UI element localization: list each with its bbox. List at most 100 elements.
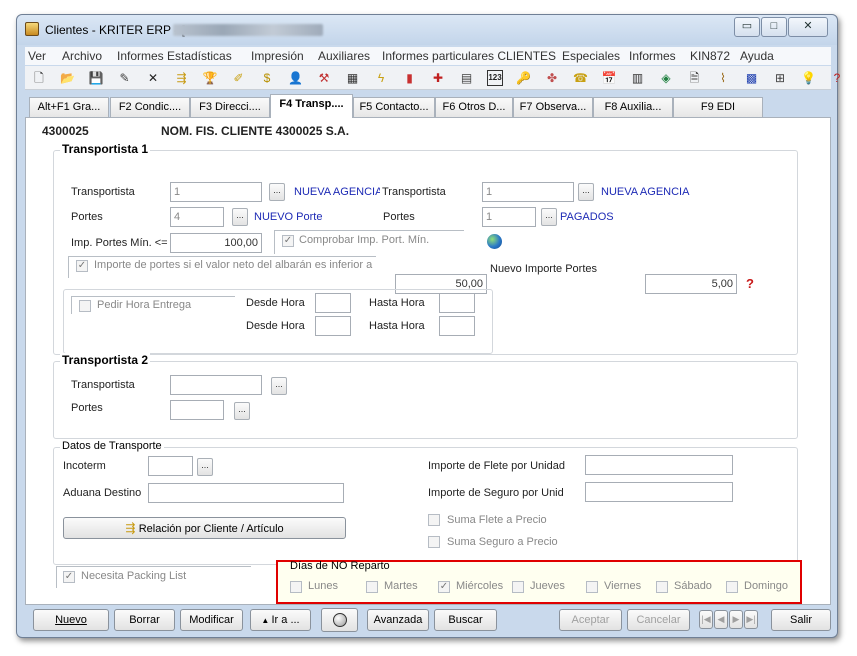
aceptar-button[interactable]: Aceptar [559, 609, 622, 631]
prev-record-button[interactable]: ◀ [714, 610, 728, 629]
tab-8[interactable]: F8 Auxilia... [593, 97, 673, 117]
menu-item-10[interactable]: KIN872 [690, 49, 730, 63]
salir-button[interactable]: Salir [771, 609, 831, 631]
tab-3[interactable]: F3 Direcci.... [190, 97, 270, 117]
transportista-field[interactable]: 1 [170, 182, 262, 202]
chart-icon[interactable]: ▮ [402, 70, 418, 86]
menu-item-2[interactable]: Archivo [62, 49, 102, 63]
key-icon[interactable]: 🔑 [516, 70, 532, 86]
first-record-button[interactable]: |◀ [699, 610, 713, 629]
phone-icon[interactable]: ☎ [573, 70, 589, 86]
menu-item-1[interactable]: Ver [28, 49, 46, 63]
last-record-button[interactable]: ▶| [744, 610, 758, 629]
packing-list-checkbox[interactable]: ✓ [63, 571, 75, 583]
hasta-hora-field-2[interactable] [439, 316, 475, 336]
portes-field[interactable]: 4 [170, 207, 224, 227]
relation-icon[interactable]: ⇶ [174, 70, 190, 86]
menu-item-7[interactable]: Informes particulares CLIENTES [382, 49, 556, 63]
columns-icon[interactable]: ▩ [744, 70, 760, 86]
desde-hora-field-1[interactable] [315, 293, 351, 313]
pedir-hora-checkbox[interactable] [79, 300, 91, 312]
avanzada-button[interactable]: Avanzada [367, 609, 429, 631]
save-icon[interactable]: 💾 [88, 70, 104, 86]
borrar-button[interactable]: Borrar [114, 609, 175, 631]
tag-icon[interactable]: ◈ [658, 70, 674, 86]
t2-portes-lookup-button[interactable]: ... [234, 402, 250, 420]
buscar-button[interactable]: Buscar [434, 609, 497, 631]
portes-lookup-button[interactable]: ... [232, 208, 248, 226]
help-icon[interactable]: ? [746, 277, 754, 291]
tab-1[interactable]: Alt+F1 Gra... [29, 97, 109, 117]
medkit-icon[interactable]: ✚ [430, 70, 446, 86]
transportista2-lookup-button[interactable]: ... [578, 183, 594, 201]
suma-seguro-checkbox[interactable] [428, 536, 440, 548]
tab-7[interactable]: F7 Observa... [513, 97, 593, 117]
next-record-button[interactable]: ▶ [729, 610, 743, 629]
transportista2-field[interactable]: 1 [482, 182, 574, 202]
colors-icon[interactable]: ✤ [544, 70, 560, 86]
globe-icon[interactable] [487, 234, 502, 249]
menu-item-5[interactable]: Impresión [251, 49, 304, 63]
clip-icon[interactable]: ⌇ [715, 70, 731, 86]
dia-6-checkbox[interactable] [656, 581, 668, 593]
portes2-field[interactable]: 1 [482, 207, 536, 227]
flash-icon[interactable]: ϟ [373, 70, 389, 86]
menu-item-4[interactable]: Estadísticas [167, 49, 232, 63]
nuevo-button[interactable]: Nuevo [33, 609, 109, 631]
dia-4-checkbox[interactable] [512, 581, 524, 593]
money-icon[interactable]: $ [259, 70, 275, 86]
menu-item-3[interactable]: Informes [117, 49, 164, 63]
modificar-button[interactable]: Modificar [180, 609, 243, 631]
portes2-lookup-button[interactable]: ... [541, 208, 557, 226]
menu-item-9[interactable]: Informes [629, 49, 676, 63]
t2-transportista-lookup-button[interactable]: ... [271, 377, 287, 395]
tab-5[interactable]: F5 Contacto... [353, 97, 435, 117]
imp-portes-min-field[interactable]: 100,00 [170, 233, 262, 253]
tree-icon[interactable]: ⊞ [772, 70, 788, 86]
aduana-field[interactable] [148, 483, 344, 503]
menu-item-11[interactable]: Ayuda [740, 49, 774, 63]
dia-5-checkbox[interactable] [586, 581, 598, 593]
dia-3-checkbox[interactable]: ✓ [438, 581, 450, 593]
seguro-field[interactable] [585, 482, 733, 502]
tab-9[interactable]: F9 EDI [673, 97, 763, 117]
ir-a-button[interactable]: ▲ Ir a ... [250, 609, 311, 631]
incoterm-field[interactable] [148, 456, 193, 476]
transportista-lookup-button[interactable]: ... [269, 183, 285, 201]
tab-4[interactable]: F4 Transp.... [270, 94, 353, 118]
close-button[interactable]: ✕ [788, 17, 828, 37]
desde-hora-field-2[interactable] [315, 316, 351, 336]
card-icon[interactable]: ▤ [459, 70, 475, 86]
trophy-icon[interactable]: 🏆 [202, 70, 218, 86]
grid-icon[interactable]: ▦ [345, 70, 361, 86]
pencil-icon[interactable]: ✐ [231, 70, 247, 86]
flete-field[interactable] [585, 455, 733, 475]
menu-item-6[interactable]: Auxiliares [318, 49, 370, 63]
user-icon[interactable]: 👤 [288, 70, 304, 86]
tab-2[interactable]: F2 Condic.... [110, 97, 190, 117]
dia-2-checkbox[interactable] [366, 581, 378, 593]
bulb-icon[interactable]: 💡 [801, 70, 817, 86]
comprobar-checkbox[interactable]: ✓ [282, 235, 294, 247]
tools-icon[interactable]: ⚒ [316, 70, 332, 86]
importe-portes-checkbox[interactable]: ✓ [76, 260, 88, 272]
delete-icon[interactable]: ✕ [145, 70, 161, 86]
cancelar-button[interactable]: Cancelar [627, 609, 690, 631]
dia-1-checkbox[interactable] [290, 581, 302, 593]
minimize-button[interactable]: ▭ [734, 17, 760, 37]
suma-flete-checkbox[interactable] [428, 514, 440, 526]
document-icon[interactable]: 🗎 [687, 70, 703, 86]
globe-search-button[interactable] [321, 608, 358, 632]
new-icon[interactable]: 🗋 [31, 70, 47, 86]
open-icon[interactable]: 📂 [60, 70, 76, 86]
incoterm-lookup-button[interactable]: ... [197, 458, 213, 476]
t2-transportista-field[interactable] [170, 375, 262, 395]
calendar-icon[interactable]: 📅 [601, 70, 617, 86]
relacion-cliente-articulo-button[interactable]: ⇶ Relación por Cliente / Artículo [63, 517, 346, 539]
hasta-hora-field-1[interactable] [439, 293, 475, 313]
table-icon[interactable]: ▥ [630, 70, 646, 86]
number-icon[interactable]: 123 [487, 70, 503, 86]
tab-6[interactable]: F6 Otros D... [435, 97, 513, 117]
edit-icon[interactable]: ✎ [117, 70, 133, 86]
dia-7-checkbox[interactable] [726, 581, 738, 593]
